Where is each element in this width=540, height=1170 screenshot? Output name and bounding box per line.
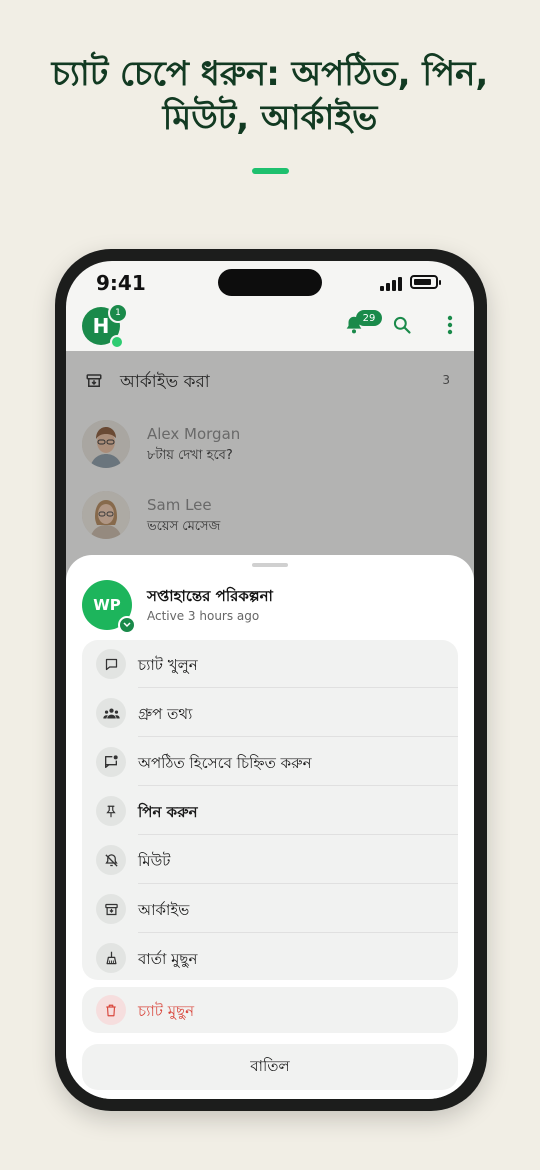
cancel-button[interactable]: বাতিল	[82, 1044, 458, 1090]
delete-chat-button[interactable]: চ্যাট মুছুন	[82, 987, 458, 1033]
menu-mute[interactable]: মিউট	[82, 836, 458, 884]
menu-open-chat[interactable]: চ্যাট খুলুন	[82, 640, 458, 688]
accent-bar	[252, 168, 289, 174]
divider	[138, 932, 458, 933]
online-indicator	[110, 335, 124, 349]
notification-badge: 29	[356, 310, 382, 326]
battery-icon	[410, 275, 441, 289]
group-title: সপ্তাহান্তের পরিকল্পনা	[147, 587, 273, 605]
menu-pin[interactable]: পিন করুন	[82, 787, 458, 835]
headline-line-1: চ্যাট চেপে ধরুন: অপঠিত, পিন,	[51, 54, 489, 94]
profile-badge: 1	[108, 303, 128, 323]
pin-icon	[96, 796, 126, 826]
divider	[138, 883, 458, 884]
headline-line-2: মিউট, আর্কাইভ	[162, 98, 378, 138]
search-icon[interactable]	[390, 313, 414, 337]
menu-label: আর্কাইভ	[138, 901, 190, 919]
bell-off-icon	[96, 845, 126, 875]
group-status: Active 3 hours ago	[147, 609, 260, 623]
archive-icon	[96, 894, 126, 924]
group-icon	[96, 698, 126, 728]
dynamic-island	[218, 269, 322, 296]
menu-label: মিউট	[138, 852, 171, 870]
headline: চ্যাট চেপে ধরুন: অপঠিত, পিন, মিউট, আর্কা…	[0, 52, 540, 140]
menu-label: অপঠিত হিসেবে চিহ্নিত করুন	[138, 754, 312, 772]
menu-label: গ্রুপ তথ্য	[138, 705, 193, 723]
divider	[138, 834, 458, 835]
action-menu: চ্যাট খুলুন গ্রুপ তথ্য অপঠিত হিসেবে চিহ্…	[82, 640, 458, 980]
trash-icon	[96, 995, 126, 1025]
phone-screen: 9:41 H 1 29 আর্কাইভ করা 3 Alex Morgan ৮ট…	[66, 261, 474, 1099]
menu-group-info[interactable]: গ্রুপ তথ্য	[82, 689, 458, 737]
status-time: 9:41	[96, 271, 146, 295]
signal-icon	[380, 277, 402, 291]
divider	[138, 736, 458, 737]
divider	[138, 785, 458, 786]
more-vertical-icon[interactable]	[438, 313, 462, 337]
menu-label: পিন করুন	[138, 803, 198, 821]
check-icon	[118, 616, 136, 634]
menu-clear-messages[interactable]: বার্তা মুছুন	[82, 934, 458, 980]
menu-mark-unread[interactable]: অপঠিত হিসেবে চিহ্নিত করুন	[82, 738, 458, 786]
mark-unread-icon	[96, 747, 126, 777]
chat-bubble-icon	[96, 649, 126, 679]
menu-archive[interactable]: আর্কাইভ	[82, 885, 458, 933]
menu-label: চ্যাট খুলুন	[138, 656, 198, 674]
divider	[138, 687, 458, 688]
menu-label: বার্তা মুছুন	[138, 950, 198, 968]
sheet-grabber[interactable]	[252, 563, 288, 567]
action-sheet: WP সপ্তাহান্তের পরিকল্পনা Active 3 hours…	[66, 555, 474, 1099]
broom-icon	[96, 943, 126, 973]
delete-chat-label: চ্যাট মুছুন	[138, 1002, 195, 1020]
